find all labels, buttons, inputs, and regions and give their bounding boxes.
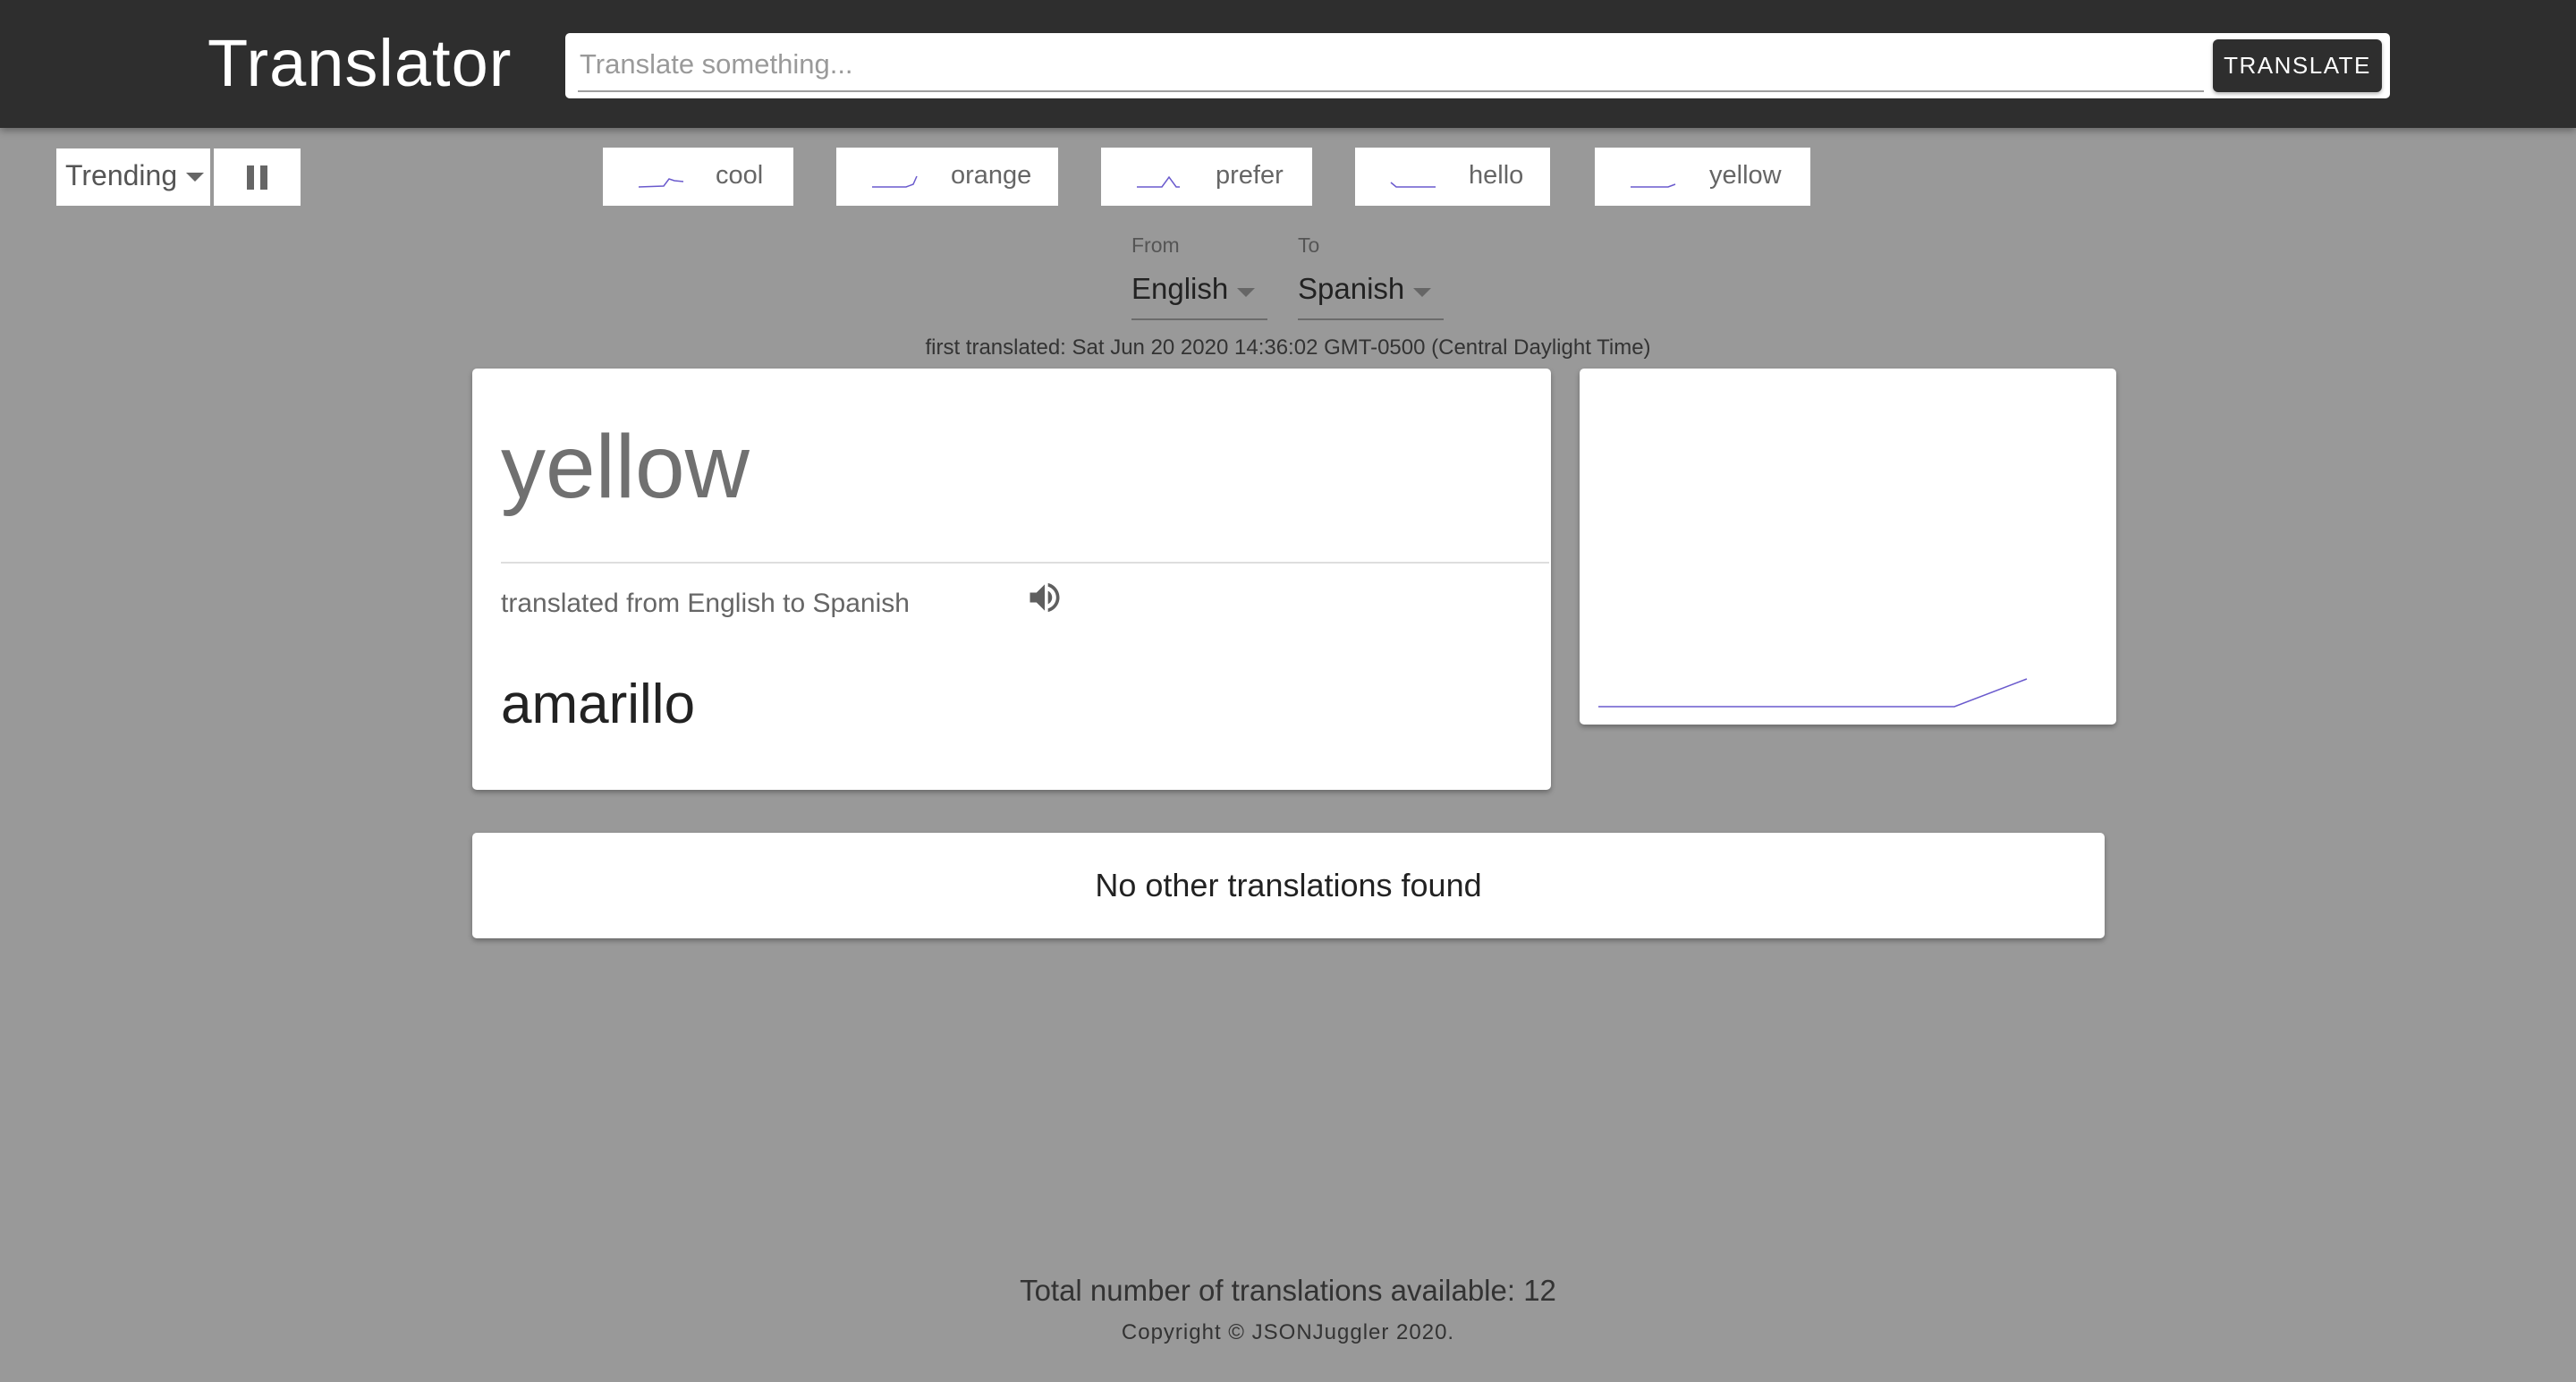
from-label: From: [1131, 233, 1180, 257]
chevron-down-icon: [1237, 288, 1255, 297]
app-title: Translator: [208, 26, 513, 100]
chip-label: cool: [716, 161, 764, 190]
trending-chip-prefer[interactable]: prefer: [1101, 148, 1312, 206]
to-label: To: [1298, 233, 1320, 257]
translation-direction: translated from English to Spanish: [501, 589, 910, 618]
no-other-translations-message: No other translations found: [1095, 867, 1482, 903]
trending-chip-cool[interactable]: cool: [603, 148, 793, 206]
trend-line: [1598, 678, 2028, 708]
chip-label: orange: [951, 161, 1032, 190]
first-translated-timestamp: first translated: Sat Jun 20 2020 14:36:…: [925, 335, 1651, 360]
from-language-value: English: [1131, 272, 1229, 305]
sparkline-icon: [1631, 183, 1676, 188]
to-language-value: Spanish: [1298, 272, 1405, 305]
trending-chip-hello[interactable]: hello: [1355, 148, 1550, 206]
chevron-down-icon: [186, 173, 204, 182]
copyright: Copyright © JSONJuggler 2020.: [1121, 1320, 1455, 1344]
chevron-down-icon: [1413, 288, 1431, 297]
from-language-select[interactable]: English: [1131, 268, 1267, 320]
chip-label: prefer: [1216, 161, 1284, 190]
translate-button[interactable]: TRANSLATE: [2213, 39, 2382, 92]
translations-count: Total number of translations available: …: [1020, 1274, 1556, 1307]
sparkline-icon: [872, 175, 918, 188]
translation-card: yellow translated from English to Spanis…: [472, 369, 1551, 790]
trend-chart-card: [1580, 369, 2116, 725]
sparkline-icon: [1390, 182, 1436, 188]
trending-chip-yellow[interactable]: yellow: [1595, 148, 1810, 206]
sparkline-icon: [638, 178, 684, 188]
search-box: TRANSLATE: [565, 33, 2390, 98]
search-input[interactable]: [578, 38, 2204, 92]
to-language-select[interactable]: Spanish: [1298, 268, 1444, 320]
source-word: yellow: [501, 417, 750, 517]
divider: [501, 562, 1549, 564]
translated-word: amarillo: [501, 674, 696, 735]
trending-chip-orange[interactable]: orange: [836, 148, 1058, 206]
pause-button[interactable]: [214, 148, 301, 206]
app-bar: Translator TRANSLATE: [0, 0, 2576, 128]
trending-mode-select[interactable]: Trending: [56, 148, 210, 206]
trending-mode-label: Trending: [65, 159, 178, 191]
other-translations-card: No other translations found: [472, 833, 2105, 938]
speaker-icon[interactable]: [1025, 578, 1064, 622]
sparkline-icon: [1137, 175, 1180, 188]
chip-label: yellow: [1709, 161, 1782, 190]
chip-label: hello: [1469, 161, 1524, 190]
